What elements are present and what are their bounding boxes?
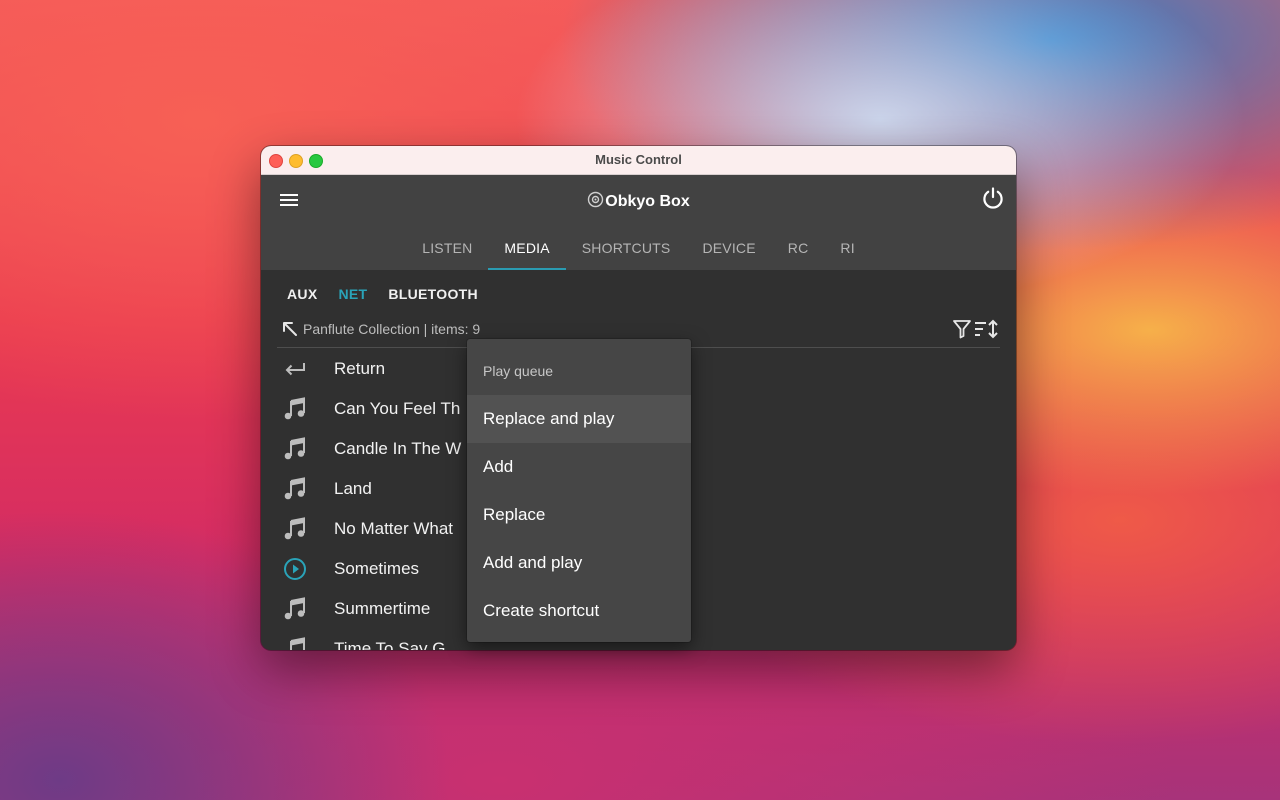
tab-listen[interactable]: LISTEN — [406, 227, 488, 270]
window-titlebar[interactable]: Music Control — [261, 146, 1016, 175]
list-item-label: Land — [334, 479, 372, 498]
power-button[interactable] — [980, 185, 1006, 211]
list-item-label: Can You Feel Th — [334, 399, 461, 418]
source-aux[interactable]: AUX — [287, 286, 317, 302]
list-item-label: Candle In The W — [334, 439, 462, 458]
add-menu-item[interactable]: Add — [467, 443, 691, 491]
music-note-icon — [283, 397, 307, 421]
music-note-icon — [283, 597, 307, 621]
replace-and-play-menu-item[interactable]: Replace and play — [467, 395, 691, 443]
main-tabs: LISTEN MEDIA SHORTCUTS DEVICE RC RI — [261, 227, 1016, 270]
device-name: Obkyo Box — [605, 193, 690, 210]
play-circle-icon — [283, 557, 307, 581]
power-icon — [983, 187, 1003, 209]
popup-title: Play queue — [483, 363, 554, 379]
source-net[interactable]: NET — [338, 286, 367, 302]
filter-icon[interactable] — [952, 319, 972, 339]
app-bar: Obkyo Box LISTEN MEDIA SHORTCUTS DEVICE … — [261, 175, 1016, 270]
source-bluetooth[interactable]: BLUETOOTH — [388, 286, 478, 302]
music-note-icon — [283, 517, 307, 541]
list-item-label: Summertime — [334, 599, 431, 618]
replace-menu-item[interactable]: Replace — [467, 491, 691, 539]
tab-device[interactable]: DEVICE — [686, 227, 771, 270]
tab-rc[interactable]: RC — [772, 227, 825, 270]
sort-icon[interactable] — [974, 319, 1000, 339]
speaker-device-icon — [587, 191, 604, 213]
tab-shortcuts[interactable]: SHORTCUTS — [566, 227, 687, 270]
window-title: Music Control — [595, 152, 682, 167]
add-and-play-menu-item[interactable]: Add and play — [467, 539, 691, 587]
path-text: Panflute Collection | items: 9 — [303, 321, 481, 337]
list-item-label: Sometimes — [334, 559, 420, 578]
list-item-label: Return — [334, 359, 386, 378]
device-title: Obkyo Box — [261, 191, 1016, 213]
create-shortcut-menu-item[interactable]: Create shortcut — [467, 587, 691, 635]
music-note-icon — [283, 437, 307, 461]
return-icon — [283, 357, 307, 381]
list-item-label: Time To Say G — [334, 639, 446, 650]
source-selector: AUX NET BLUETOOTH — [287, 286, 478, 302]
play-queue-menu: Play queue Replace and play Add Replace … — [467, 339, 691, 642]
list-item-label: No Matter What — [334, 519, 454, 538]
tab-ri[interactable]: RI — [824, 227, 870, 270]
navigate-top-icon[interactable] — [281, 320, 299, 338]
tab-media[interactable]: MEDIA — [488, 227, 567, 270]
music-note-icon — [283, 477, 307, 501]
music-note-icon — [283, 637, 307, 650]
